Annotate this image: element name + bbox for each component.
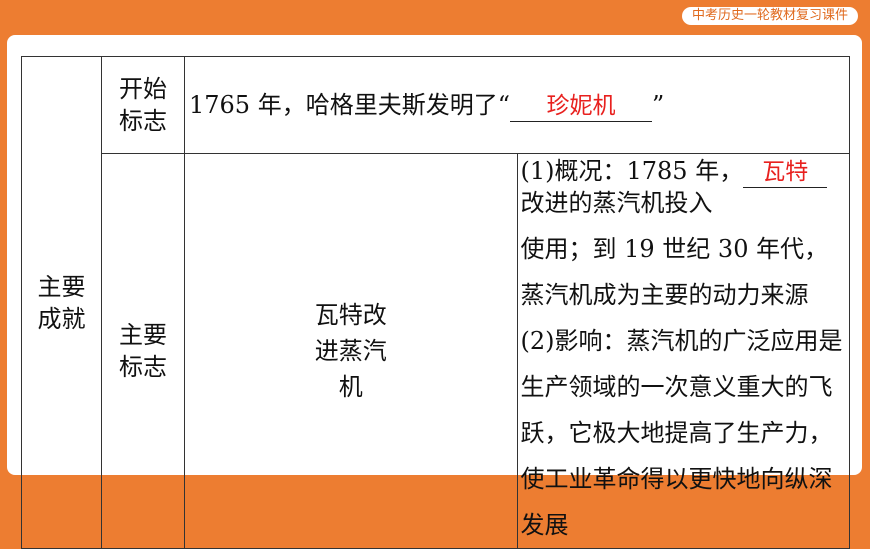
start-mark-label: 开始标志 [101, 56, 185, 154]
overview-text: (1)概况：1785 年， 瓦特改进的蒸汽机投入 [521, 156, 848, 218]
start-mark-content: 1765 年，哈格里夫斯发明了“ 珍妮机 ” [184, 56, 850, 154]
content-card: 主要成就 开始标志 1765 年，哈格里夫斯发明了“ 珍妮机 ” 主要标志 瓦特改进… [7, 35, 862, 549]
table-row-main: 主要标志 瓦特改进蒸汽机 (1)概况：1785 年， 瓦特改进的蒸汽机投入 使用；… [22, 153, 850, 549]
achievement-table: 主要成就 开始标志 1765 年，哈格里夫斯发明了“ 珍妮机 ” 主要标志 瓦特改进… [21, 56, 850, 549]
course-badge: 中考历史一轮教材复习课件 [681, 7, 858, 25]
main-mark-label: 主要标志 [101, 153, 185, 549]
start-text-before: 1765 年，哈格里夫斯发明了“ [189, 90, 510, 119]
impact-text: (2)影响：蒸汽机的广泛应用是生产领域的一次意义重大的飞跃，它极大地提高了生产力… [520, 327, 843, 539]
answer-blank-watt: 瓦特 [743, 156, 828, 188]
answer-jenny: 珍妮机 [546, 92, 616, 119]
start-text-after: ” [651, 90, 665, 119]
category-watt-steam-engine: 瓦特改进蒸汽机 [184, 153, 518, 549]
main-achievement-label: 主要成就 [21, 56, 102, 549]
usage-text: 使用；到 19 世纪 30 年代，蒸汽机成为主要的动力来源 [520, 235, 829, 309]
main-mark-detail: (1)概况：1785 年， 瓦特改进的蒸汽机投入 使用；到 19 世纪 30 年代… [516, 153, 850, 549]
answer-blank-jenny: 珍妮机 [509, 90, 652, 122]
table-row-start: 主要成就 开始标志 1765 年，哈格里夫斯发明了“ 珍妮机 ” [21, 56, 850, 549]
answer-watt: 瓦特 [762, 159, 809, 185]
